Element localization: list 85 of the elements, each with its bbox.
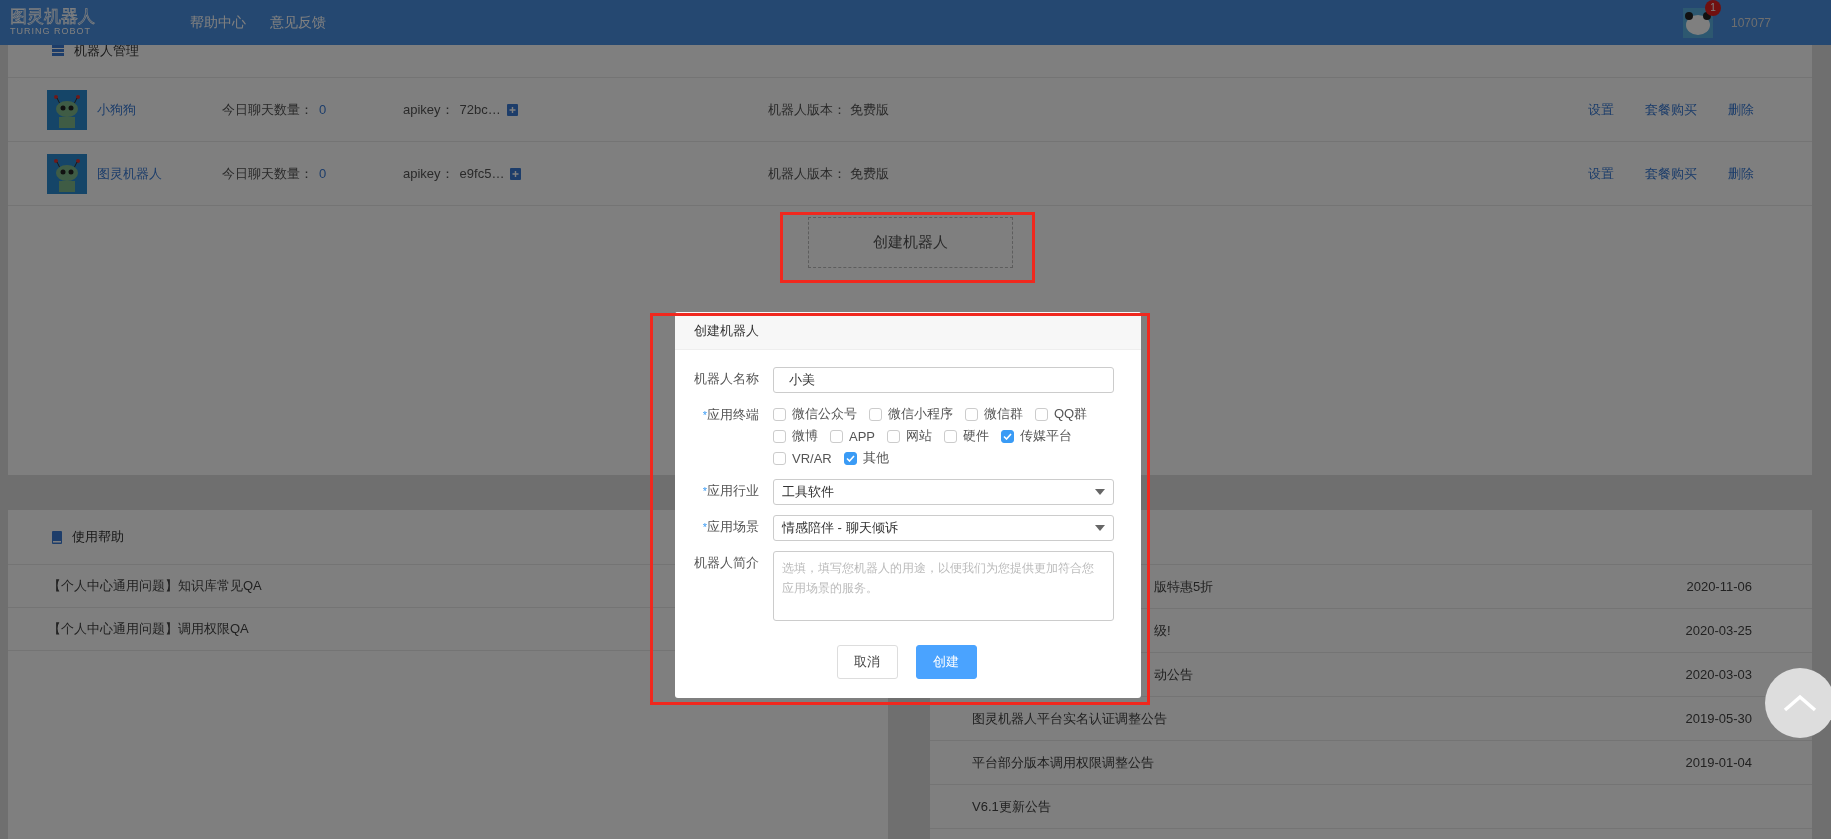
chevron-up-icon xyxy=(1783,694,1817,712)
field-label: *应用终端 xyxy=(701,406,759,424)
version-label: 机器人版本： xyxy=(768,165,846,181)
apikey-label: apikey： xyxy=(403,164,454,183)
checkbox-label[interactable]: 网站 xyxy=(906,427,932,445)
select-field[interactable]: 情感陪伴 - 聊天倾诉 xyxy=(773,515,1114,541)
action-link[interactable]: 删除 xyxy=(1728,164,1754,183)
checkbox-label[interactable]: 微博 xyxy=(792,427,818,445)
logo-subtitle: TURING ROBOT xyxy=(10,26,92,37)
copy-icon[interactable] xyxy=(506,103,518,116)
robot-name[interactable]: 图灵机器人 xyxy=(97,164,222,183)
robot-icon xyxy=(47,153,87,194)
apikey-value: 72bc… xyxy=(459,102,501,117)
news-link[interactable]: 动公告 xyxy=(1154,665,1686,684)
action-link[interactable]: 设置 xyxy=(1588,164,1614,183)
help-link[interactable]: 【个人中心通用问题】调用权限QA xyxy=(48,620,249,638)
select-field[interactable]: 工具软件 xyxy=(773,479,1114,505)
checkbox-label[interactable]: QQ群 xyxy=(1054,405,1088,423)
caret-icon xyxy=(1095,525,1105,531)
field-label: *应用场景 xyxy=(701,518,759,536)
checkbox[interactable] xyxy=(1035,407,1048,421)
checkbox-label[interactable]: 微信公众号 xyxy=(792,405,857,423)
notification-badge: 1 xyxy=(1704,0,1721,16)
checkbox-label[interactable]: 微信群 xyxy=(984,405,1023,423)
checkbox[interactable] xyxy=(773,429,786,443)
field-label: 机器人简介 xyxy=(693,554,759,572)
news-link[interactable]: 平台部分版本调用权限调整公告 xyxy=(972,753,1686,772)
news-link[interactable]: V6.1更新公告 xyxy=(972,797,1752,816)
create-button[interactable]: 创建 xyxy=(915,645,977,679)
checkbox-label[interactable]: 硬件 xyxy=(963,427,989,445)
news-date: 2019-01-04 xyxy=(1685,755,1752,770)
panel-title: 机器人管理 xyxy=(74,41,139,60)
intro-textarea[interactable]: 选填，填写您机器人的用途，以便我们为您提供更加符合您应用场景的服务。 xyxy=(773,551,1114,621)
chat-count: 0 xyxy=(319,102,327,117)
nav-link[interactable]: 意见反馈 xyxy=(270,13,326,32)
field-label: *应用行业 xyxy=(701,482,759,500)
checkbox-label[interactable]: 微信小程序 xyxy=(888,405,953,423)
checkbox[interactable] xyxy=(843,451,857,465)
create-robot-button[interactable]: 创建机器人 xyxy=(807,217,1013,268)
apikey-label: apikey： xyxy=(403,100,454,119)
checkbox-label[interactable]: APP xyxy=(849,428,875,444)
version-value: 免费版 xyxy=(849,165,889,181)
action-link[interactable]: 套餐购买 xyxy=(1645,100,1697,119)
apikey-value: e9fc5… xyxy=(459,166,505,181)
copy-icon[interactable] xyxy=(510,167,522,180)
checkbox[interactable] xyxy=(965,407,978,421)
checkbox[interactable] xyxy=(773,451,786,465)
checkbox[interactable] xyxy=(1001,429,1014,443)
checkbox[interactable] xyxy=(944,429,957,443)
action-link[interactable]: 删除 xyxy=(1728,100,1754,119)
news-date: 2020-03-25 xyxy=(1685,623,1752,638)
version-label: 机器人版本： xyxy=(768,101,846,117)
checkbox[interactable] xyxy=(887,429,900,443)
name-input[interactable]: 小美 xyxy=(773,367,1114,393)
chat-count: 0 xyxy=(319,166,327,181)
news-link[interactable]: 级! xyxy=(1154,621,1686,640)
checkbox-label[interactable]: 其他 xyxy=(862,449,889,467)
version-value: 免费版 xyxy=(849,101,889,117)
action-link[interactable]: 套餐购买 xyxy=(1645,164,1697,183)
checkbox-label[interactable]: 传媒平台 xyxy=(1020,427,1072,445)
caret-icon xyxy=(1095,489,1105,495)
checkbox[interactable] xyxy=(830,429,843,443)
news-link[interactable]: 图灵机器人平台实名认证调整公告 xyxy=(972,709,1686,728)
checkbox[interactable] xyxy=(773,407,786,421)
robot-icon xyxy=(47,89,87,130)
field-label: 机器人名称 xyxy=(693,370,759,388)
chat-count-label: 今日聊天数量： xyxy=(222,164,313,183)
news-date: 2020-03-03 xyxy=(1685,667,1752,682)
news-link[interactable]: 版特惠5折 xyxy=(1154,577,1687,596)
dialog-title: 创建机器人 xyxy=(694,321,759,340)
avatar-icon[interactable] xyxy=(1682,7,1713,38)
news-date: 2020-11-06 xyxy=(1686,579,1752,594)
checkbox-label[interactable]: VR/AR xyxy=(792,450,832,466)
news-date: 2019-05-30 xyxy=(1685,711,1752,726)
panel-title: 使用帮助 xyxy=(72,528,124,546)
logo-title: 图灵机器人 xyxy=(10,8,96,26)
help-link[interactable]: 【个人中心通用问题】知识库常见QA xyxy=(48,577,262,595)
nav-link[interactable]: 帮助中心 xyxy=(190,13,246,32)
robot-name[interactable]: 小狗狗 xyxy=(97,100,222,119)
cancel-button[interactable]: 取消 xyxy=(836,645,898,679)
action-link[interactable]: 设置 xyxy=(1588,100,1614,119)
list-icon xyxy=(52,45,64,56)
book-icon xyxy=(52,530,62,544)
chat-count-label: 今日聊天数量： xyxy=(222,100,313,119)
checkbox[interactable] xyxy=(869,407,882,421)
